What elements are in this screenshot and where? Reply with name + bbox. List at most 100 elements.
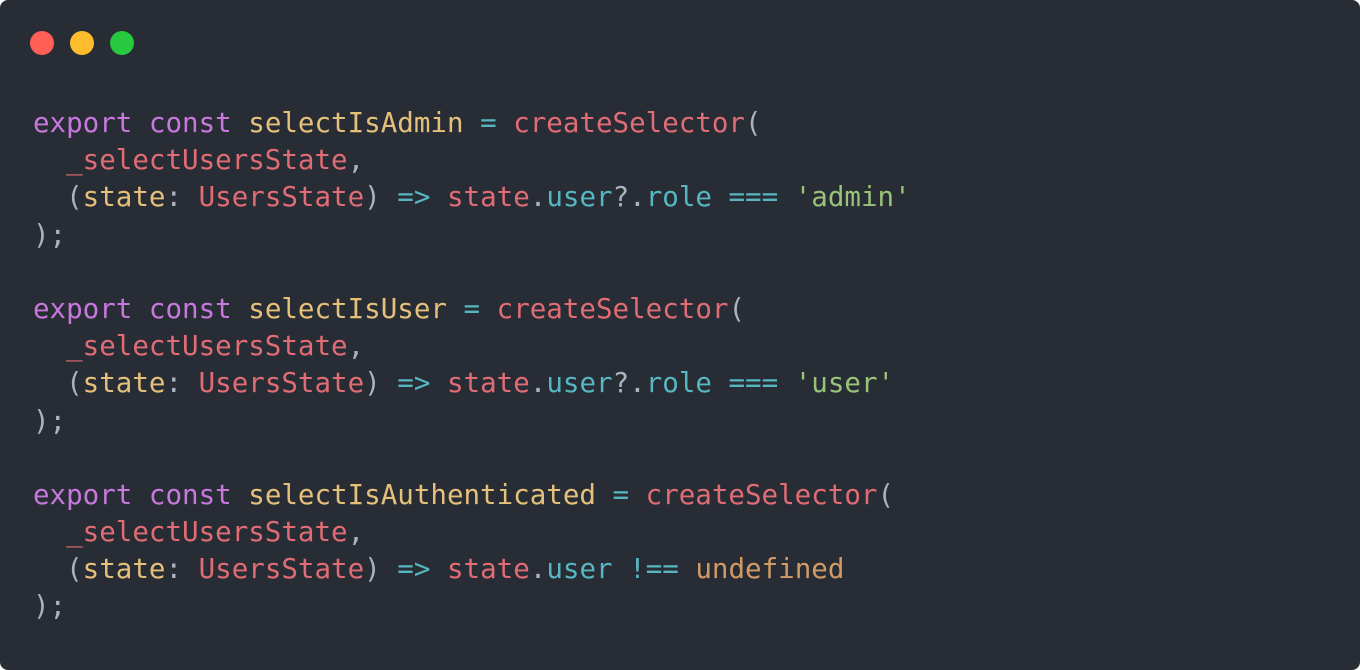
code-token: role [645,367,712,400]
code-token: UsersState [198,181,365,214]
code-line: export const selectIsAdmin = createSelec… [33,105,911,142]
code-token: _selectUsersState [66,516,348,549]
code-token: = [463,292,481,325]
code-token: _selectUsersState [66,330,348,363]
code-token: ) [364,181,398,214]
code-token: export [33,292,133,325]
code-token: selectIsAdmin [248,107,464,139]
code-line: ); [33,403,911,440]
code-line: (state: UsersState) => state.user !== un… [33,551,911,588]
code-token: ); [33,218,67,251]
code-block: export const selectIsAdmin = createSelec… [33,105,911,626]
code-token: const [148,478,232,511]
code-line: export const selectIsUser = createSelect… [33,291,911,328]
code-token: createSelector [496,292,729,325]
code-token: !== [629,553,679,586]
code-token: === [728,367,779,400]
code-token: ) [364,553,398,586]
code-token: _selectUsersState [66,144,348,177]
code-token: ) [364,367,398,400]
code-token: state [446,367,530,400]
code-token: 'admin' [794,181,911,214]
code-line: ); [33,217,911,254]
code-line: (state: UsersState) => state.user?.role … [33,365,911,402]
code-token: state [446,553,530,586]
code-token: selectIsUser [248,292,447,325]
code-line: _selectUsersState, [33,514,911,551]
code-token: , [347,144,365,177]
code-token: ( [33,367,83,400]
code-token: undefined [695,553,845,586]
code-token: : [165,181,199,214]
window-titlebar [0,0,1360,84]
code-token: , [347,516,365,549]
code-token: === [728,181,779,214]
code-token: ( [744,107,762,139]
code-token: UsersState [198,367,365,400]
code-token: user [546,553,613,586]
code-token: const [148,292,232,325]
code-token: state [82,553,166,586]
maximize-window-button[interactable] [110,31,134,55]
code-line: (state: UsersState) => state.user?.role … [33,179,911,216]
code-token: export [33,478,133,511]
code-token: createSelector [513,107,745,139]
code-token: selectIsAuthenticated [248,478,596,511]
code-token: = [480,107,497,139]
code-token: user [546,367,613,400]
code-token: ( [33,553,83,586]
code-token: state [82,367,166,400]
code-token: ); [33,404,67,437]
code-token: state [446,181,530,214]
code-token: => [397,553,431,586]
code-token: const [148,107,232,139]
code-token: => [397,367,431,400]
code-token: ); [33,590,67,623]
code-token: role [645,181,712,214]
code-token: export [33,107,133,139]
close-window-button[interactable] [30,31,54,55]
code-token: user [546,181,613,214]
code-token: ?. [612,367,646,400]
code-token: UsersState [198,553,365,586]
minimize-window-button[interactable] [70,31,94,55]
code-window: export const selectIsAdmin = createSelec… [0,0,1360,670]
code-line: _selectUsersState, [33,142,911,179]
code-token: ( [728,292,745,325]
code-token: ( [33,181,83,214]
code-line: _selectUsersState, [33,328,911,365]
code-token: : [165,367,199,400]
code-token: . [529,181,547,214]
code-token: . [529,367,547,400]
code-token: = [612,478,630,511]
code-line: export const selectIsAuthenticated = cre… [33,477,911,514]
code-token: => [397,181,431,214]
code-token: createSelector [645,478,878,511]
code-token: : [165,553,199,586]
code-token: ( [877,478,894,511]
